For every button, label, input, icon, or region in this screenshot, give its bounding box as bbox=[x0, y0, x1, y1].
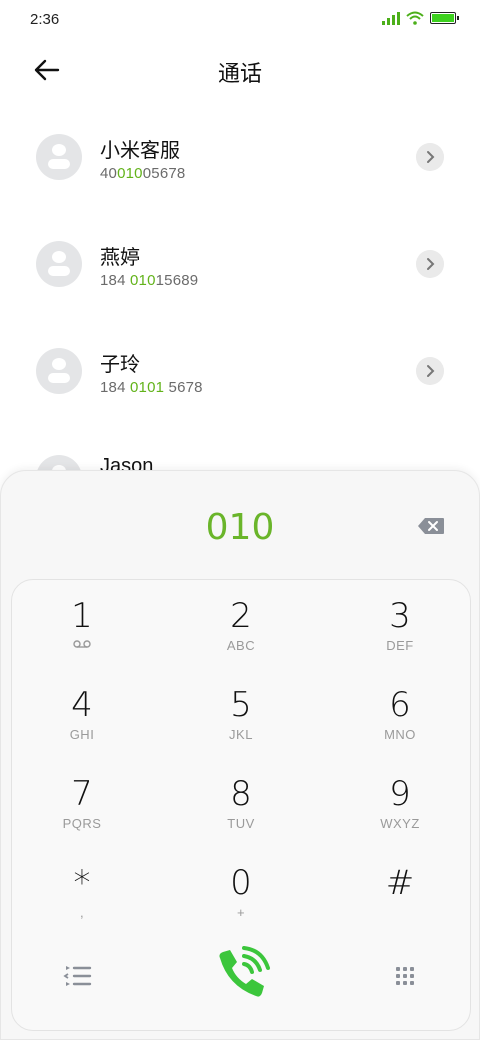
contact-name: 燕婷 bbox=[100, 247, 140, 269]
chevron-right-icon[interactable] bbox=[416, 357, 444, 385]
signal-icon bbox=[382, 11, 400, 25]
contact-name: 子玲 bbox=[100, 354, 140, 376]
avatar bbox=[36, 348, 82, 394]
call-button[interactable] bbox=[210, 942, 274, 1006]
status-bar: 2:36 bbox=[0, 0, 480, 40]
key-6[interactable]: 6 MNO bbox=[340, 685, 460, 765]
dial-panel: 010 1 2 ABC 3 DEF 4 GHI 5 JKL 6 MNO 7 PQ… bbox=[0, 470, 480, 1040]
key-star[interactable]: * , bbox=[22, 863, 142, 943]
status-icons bbox=[382, 11, 459, 25]
contact-name: 小米客服 bbox=[100, 140, 180, 162]
backspace-icon[interactable] bbox=[417, 517, 445, 535]
keypad: 1 2 ABC 3 DEF 4 GHI 5 JKL 6 MNO 7 PQRS 8… bbox=[11, 579, 471, 1031]
contact-row[interactable]: 子玲 184 0101 5678 bbox=[0, 324, 480, 404]
key-hash[interactable]: # bbox=[340, 863, 460, 943]
battery-icon bbox=[430, 12, 459, 24]
page-title: 通话 bbox=[217, 61, 262, 86]
call-log-list-icon[interactable] bbox=[52, 946, 112, 1006]
key-5[interactable]: 5 JKL bbox=[181, 685, 301, 765]
key-7[interactable]: 7 PQRS bbox=[22, 774, 142, 854]
voicemail-icon bbox=[73, 640, 91, 648]
key-8[interactable]: 8 TUV bbox=[181, 774, 301, 854]
keypad-grid-icon[interactable] bbox=[375, 946, 435, 1006]
key-4[interactable]: 4 GHI bbox=[22, 685, 142, 765]
key-2[interactable]: 2 ABC bbox=[181, 596, 301, 676]
avatar bbox=[36, 134, 82, 180]
contact-row[interactable]: 小米客服 4001005678 bbox=[0, 110, 480, 190]
avatar bbox=[36, 241, 82, 287]
key-3[interactable]: 3 DEF bbox=[340, 596, 460, 676]
chevron-right-icon[interactable] bbox=[416, 250, 444, 278]
wifi-icon bbox=[406, 11, 424, 25]
key-1[interactable]: 1 bbox=[22, 596, 142, 676]
dialed-number: 010 bbox=[205, 507, 275, 548]
contact-row[interactable]: 燕婷 184 01015689 bbox=[0, 217, 480, 297]
key-9[interactable]: 9 WXYZ bbox=[340, 774, 460, 854]
contact-number: 184 01015689 bbox=[100, 272, 199, 289]
contact-number: 4001005678 bbox=[100, 165, 186, 182]
chevron-right-icon[interactable] bbox=[416, 143, 444, 171]
contact-number: 184 0101 5678 bbox=[100, 379, 203, 396]
header: 通话 bbox=[0, 44, 480, 96]
status-time: 2:36 bbox=[30, 11, 60, 28]
key-0[interactable]: 0 + bbox=[181, 863, 301, 943]
